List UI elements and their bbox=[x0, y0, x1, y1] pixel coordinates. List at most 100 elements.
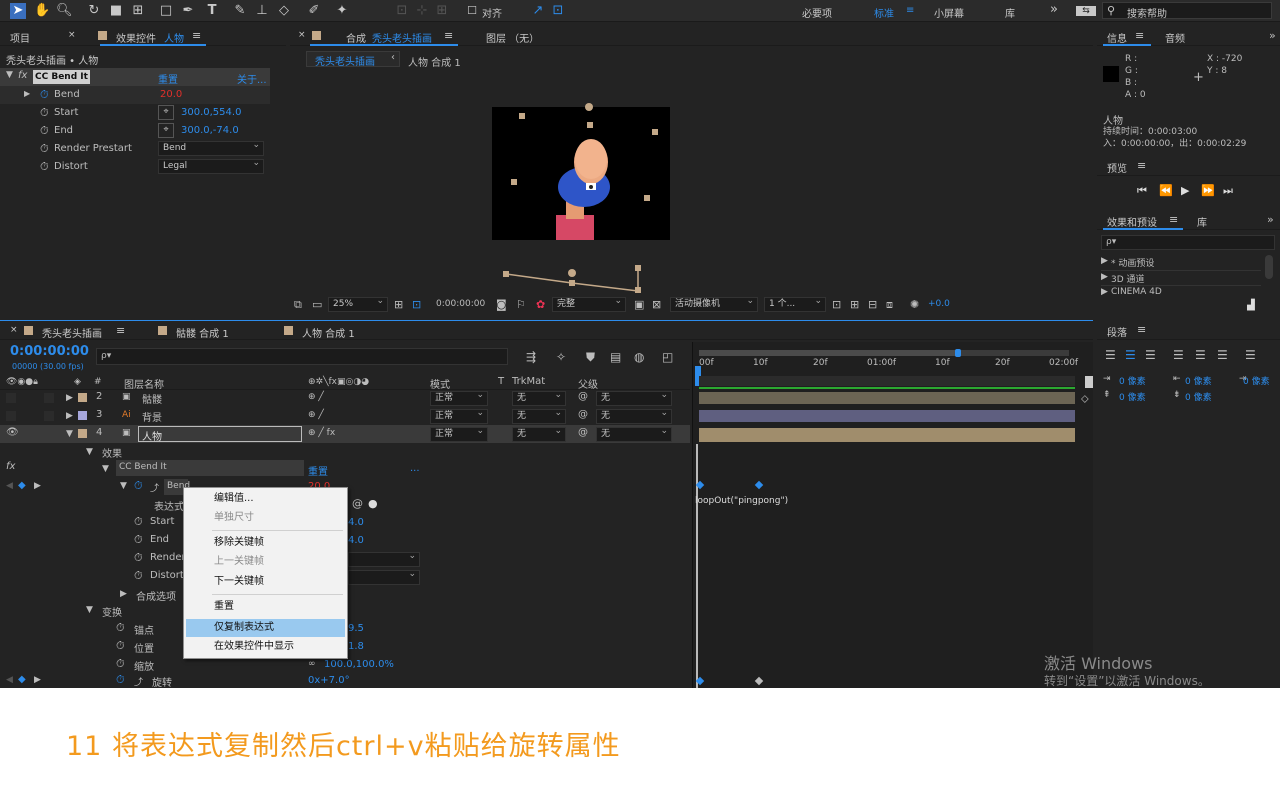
space-before-value[interactable]: 0 像素 bbox=[1119, 390, 1146, 403]
align-right-icon[interactable]: ☰ bbox=[1145, 348, 1156, 362]
effects-group[interactable]: 效果 bbox=[102, 445, 122, 460]
type-tool-icon[interactable]: T bbox=[204, 3, 220, 19]
property-row-end[interactable]: ⏱ End ⌖ 300.0,-74.0 bbox=[0, 122, 270, 140]
justify-all-icon[interactable]: ☰ bbox=[1245, 348, 1256, 362]
previous-keyframe-icon[interactable]: ◀ bbox=[6, 481, 13, 491]
close-tab-icon[interactable]: × bbox=[10, 325, 18, 335]
tab-timeline-person[interactable]: 人物 合成 1 bbox=[302, 325, 355, 340]
tab-project[interactable]: 项目 bbox=[10, 30, 30, 45]
distort-select[interactable] bbox=[348, 568, 420, 585]
pick-whip-icon[interactable]: @ bbox=[578, 409, 588, 420]
zoom-tool-icon[interactable]: 🔍︎ bbox=[56, 3, 73, 19]
layer-name-box[interactable]: 人物 bbox=[138, 426, 302, 443]
panel-menu-icon[interactable]: ≡ bbox=[1137, 323, 1146, 336]
layer-bar-skeleton[interactable] bbox=[699, 392, 1075, 404]
menu-item-reset[interactable]: 重置 bbox=[186, 598, 345, 616]
layer-name[interactable]: 背景 bbox=[142, 409, 162, 424]
tab-effect-controls[interactable]: 效果控件 bbox=[116, 30, 156, 45]
panel-menu-icon[interactable]: ≡ bbox=[444, 29, 453, 42]
motion-blur-icon[interactable]: ◍ bbox=[634, 350, 644, 364]
panel-menu-icon[interactable]: ≡ bbox=[116, 324, 125, 337]
graph-icon[interactable]: ⤴ bbox=[150, 481, 159, 494]
mode-select[interactable]: 正常 bbox=[430, 407, 488, 424]
tab-timeline-skeleton[interactable]: 骷髅 合成 1 bbox=[176, 325, 229, 340]
rotate-tool-icon[interactable]: ↻ bbox=[86, 3, 102, 19]
fast-previews-icon[interactable]: ⊠ bbox=[652, 298, 661, 311]
clone-stamp-tool-icon[interactable]: ⊥ bbox=[254, 3, 270, 19]
end-value[interactable]: 4.0 bbox=[348, 535, 364, 546]
preset-item[interactable]: ▶ * 动画预设 bbox=[1101, 255, 1261, 269]
snap-view-axis-icon[interactable]: ⊞ bbox=[434, 3, 450, 19]
stopwatch-icon[interactable]: ⏱ bbox=[116, 639, 125, 653]
panel-menu-icon[interactable]: ≡ bbox=[1137, 159, 1146, 172]
trkmat-select[interactable]: 无 bbox=[512, 425, 566, 442]
lock-icon[interactable] bbox=[312, 31, 321, 40]
stopwatch-icon[interactable]: ⏱ bbox=[116, 673, 125, 687]
pick-whip-icon[interactable]: @ bbox=[578, 391, 588, 402]
point-crosshair-icon[interactable]: ⌖ bbox=[158, 123, 174, 138]
stopwatch-icon[interactable]: ⏱ bbox=[116, 657, 125, 671]
monitor-icon[interactable]: ▭ bbox=[312, 298, 322, 311]
timeline-icon[interactable]: ⊞ bbox=[850, 298, 859, 311]
snap-grid-icon[interactable]: ⊡ bbox=[550, 3, 566, 19]
shy-switch-icon[interactable]: ⊕ ╱ bbox=[308, 410, 324, 420]
bend-handle[interactable] bbox=[652, 129, 658, 135]
layer-row-background[interactable]: ▶ 3 Ai 背景 ⊕ ╱ 正常 无 @ 无 bbox=[0, 407, 690, 425]
effect-about-link[interactable]: 关于... bbox=[237, 71, 267, 86]
more-panels-icon[interactable]: » bbox=[1269, 29, 1276, 42]
work-area-end-handle[interactable] bbox=[955, 349, 961, 357]
label-icon[interactable]: ◈ bbox=[74, 377, 81, 387]
last-frame-icon[interactable]: ⏭ bbox=[1223, 184, 1233, 198]
expression-pick-whip-icon[interactable]: @ bbox=[352, 497, 363, 510]
close-tab-icon[interactable]: × bbox=[68, 30, 76, 40]
draft-3d-icon[interactable]: ⧈ bbox=[886, 298, 893, 312]
scrollbar[interactable] bbox=[1265, 255, 1273, 279]
shy-switch-icon[interactable]: ⊕ ╱ bbox=[308, 392, 324, 402]
keyframe-marker[interactable] bbox=[754, 480, 764, 490]
region-of-interest-icon[interactable]: ⊡ bbox=[412, 298, 421, 311]
hide-shy-layers-icon[interactable]: ⛊ bbox=[586, 350, 595, 365]
workspace-small-screen[interactable]: 小屏幕 bbox=[934, 5, 964, 20]
current-time[interactable]: 0:00:00:00 bbox=[436, 299, 485, 309]
layer-row-person[interactable]: 👁︎ ▼ 4 ▣ 人物 ⊕ ╱ fx 正常 无 @ 无 bbox=[0, 425, 690, 443]
snapshot-icon[interactable]: ◙ bbox=[496, 298, 507, 311]
transparency-grid-icon[interactable]: ▣ bbox=[634, 298, 644, 311]
tab-paragraph[interactable]: 段落 bbox=[1107, 324, 1127, 339]
collapse-arrow-icon[interactable]: ▼ bbox=[86, 447, 93, 457]
comp-breadcrumb-active[interactable]: 秃头老头插画 ‹ bbox=[306, 51, 400, 68]
first-line-indent-value[interactable]: 0 像素 bbox=[1243, 374, 1270, 387]
preset-item[interactable]: ▶ 3D 通道 bbox=[1101, 270, 1261, 285]
menu-item-reveal-in-effect-controls[interactable]: 在效果控件中显示 bbox=[186, 638, 345, 656]
more-panels-icon[interactable]: » bbox=[1267, 213, 1274, 226]
render-select[interactable] bbox=[348, 550, 420, 567]
always-preview-icon[interactable]: ⧉ bbox=[294, 298, 302, 312]
puppet-pin-tool-icon[interactable]: ✦ bbox=[334, 3, 350, 19]
parent-select[interactable]: 无 bbox=[596, 425, 672, 442]
shy-switch-icon[interactable]: ⊕ ╱ fx bbox=[308, 428, 335, 438]
frame-blending-icon[interactable]: ▤ bbox=[610, 350, 621, 364]
new-preset-icon[interactable]: ▟ bbox=[1247, 300, 1255, 311]
trkmat-select[interactable]: 无 bbox=[512, 389, 566, 406]
start-value[interactable]: 300.0,554.0 bbox=[181, 107, 241, 118]
lock-icon[interactable] bbox=[98, 31, 107, 40]
lock-toggle[interactable] bbox=[44, 393, 54, 403]
stopwatch-icon[interactable]: ⏱ bbox=[134, 551, 143, 565]
pen-tool-icon[interactable]: ✒ bbox=[180, 3, 196, 19]
parent-select[interactable]: 无 bbox=[596, 407, 672, 424]
property-row-distort[interactable]: ⏱ Distort Legal bbox=[0, 157, 270, 176]
rotation-value[interactable]: 0x+7.0° bbox=[308, 675, 350, 686]
bend-value[interactable]: 20.0 bbox=[160, 89, 182, 100]
composition-mini-flowchart-icon[interactable]: ⇶ bbox=[526, 350, 536, 364]
panel-menu-icon[interactable]: ≡ bbox=[192, 29, 201, 42]
first-frame-icon[interactable]: ⏮ bbox=[1137, 184, 1147, 198]
layer-bar-person[interactable] bbox=[699, 428, 1075, 442]
reset-exposure-icon[interactable]: ✺ bbox=[910, 298, 919, 311]
stopwatch-icon[interactable]: ⏱ bbox=[134, 479, 143, 493]
expand-arrow-icon[interactable]: ▼ bbox=[6, 70, 13, 80]
snap-icon[interactable]: ↗ bbox=[530, 3, 546, 19]
property-row-bend[interactable]: ▶ ⏱ Bend 20.0 bbox=[0, 86, 270, 104]
justify-center-icon[interactable]: ☰ bbox=[1195, 348, 1206, 362]
stopwatch-icon[interactable]: ⏱ bbox=[40, 106, 49, 120]
av-features-icon[interactable]: 👁︎◉●🔒︎ bbox=[6, 377, 38, 387]
next-keyframe-icon[interactable]: ▶ bbox=[34, 481, 41, 491]
